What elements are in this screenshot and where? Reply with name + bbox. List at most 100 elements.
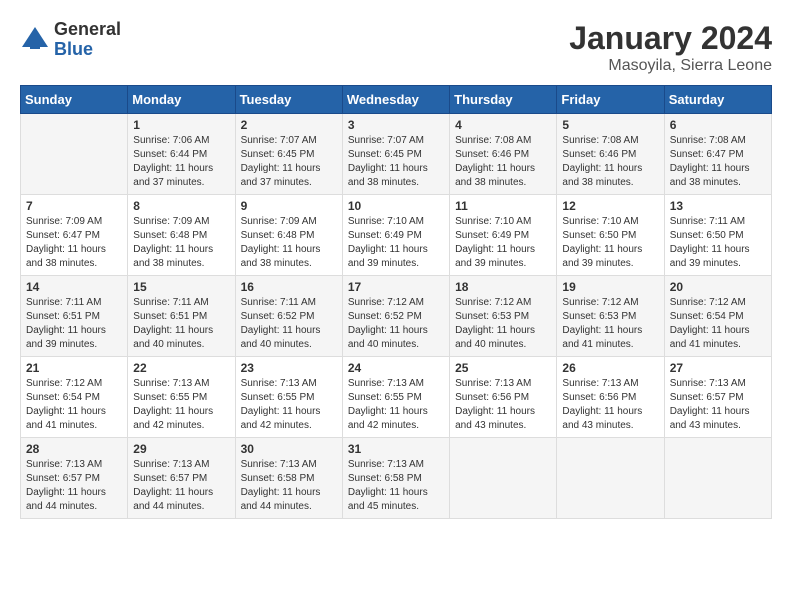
day-number: 19 bbox=[562, 280, 658, 294]
calendar-cell: 25 Sunrise: 7:13 AM Sunset: 6:56 PM Dayli… bbox=[450, 357, 557, 438]
calendar-cell: 20Sunrise: 7:12 AM Sunset: 6:54 PM Dayli… bbox=[664, 276, 771, 357]
day-info: Sunrise: 7:11 AM Sunset: 6:50 PM Dayligh… bbox=[670, 215, 766, 271]
day-info: Sunrise: 7:12 AM Sunset: 6:53 PM Dayligh… bbox=[562, 296, 658, 352]
day-info: Sunrise: 7:13 AM Sunset: 6:58 PM Dayligh… bbox=[348, 458, 444, 514]
calendar-table: SundayMondayTuesdayWednesdayThursdayFrid… bbox=[20, 85, 772, 519]
calendar-cell: 27 Sunrise: 7:13 AM Sunset: 6:57 PM Dayli… bbox=[664, 357, 771, 438]
calendar-cell: 9 Sunrise: 7:09 AM Sunset: 6:48 PM Daylig… bbox=[235, 195, 342, 276]
day-number: 25 bbox=[455, 361, 551, 375]
day-info: Sunrise: 7:10 AM Sunset: 6:50 PM Dayligh… bbox=[562, 215, 658, 271]
day-number: 18 bbox=[455, 280, 551, 294]
calendar-cell: 12 Sunrise: 7:10 AM Sunset: 6:50 PM Dayli… bbox=[557, 195, 664, 276]
calendar-cell: 7 Sunrise: 7:09 AM Sunset: 6:47 PM Daylig… bbox=[21, 195, 128, 276]
day-number: 8 bbox=[133, 199, 229, 213]
day-header-saturday: Saturday bbox=[664, 86, 771, 114]
day-number: 29 bbox=[133, 442, 229, 456]
day-info: Sunrise: 7:08 AM Sunset: 6:46 PM Dayligh… bbox=[562, 134, 658, 190]
days-row: SundayMondayTuesdayWednesdayThursdayFrid… bbox=[21, 86, 772, 114]
day-number: 11 bbox=[455, 199, 551, 213]
day-header-thursday: Thursday bbox=[450, 86, 557, 114]
calendar-cell: 23 Sunrise: 7:13 AM Sunset: 6:55 PM Dayli… bbox=[235, 357, 342, 438]
calendar-cell: 22 Sunrise: 7:13 AM Sunset: 6:55 PM Dayli… bbox=[128, 357, 235, 438]
day-number: 23 bbox=[241, 361, 337, 375]
day-info: Sunrise: 7:07 AM Sunset: 6:45 PM Dayligh… bbox=[241, 134, 337, 190]
calendar-cell: 31Sunrise: 7:13 AM Sunset: 6:58 PM Dayli… bbox=[342, 438, 449, 519]
logo-general: General bbox=[54, 20, 121, 40]
day-info: Sunrise: 7:11 AM Sunset: 6:51 PM Dayligh… bbox=[26, 296, 122, 352]
day-info: Sunrise: 7:09 AM Sunset: 6:48 PM Dayligh… bbox=[133, 215, 229, 271]
location-title: Masoyila, Sierra Leone bbox=[569, 57, 772, 75]
calendar-cell bbox=[21, 114, 128, 195]
title-block: January 2024 Masoyila, Sierra Leone bbox=[569, 20, 772, 75]
day-header-monday: Monday bbox=[128, 86, 235, 114]
day-info: Sunrise: 7:06 AM Sunset: 6:44 PM Dayligh… bbox=[133, 134, 229, 190]
day-info: Sunrise: 7:13 AM Sunset: 6:57 PM Dayligh… bbox=[26, 458, 122, 514]
day-info: Sunrise: 7:13 AM Sunset: 6:58 PM Dayligh… bbox=[241, 458, 337, 514]
week-row-4: 28Sunrise: 7:13 AM Sunset: 6:57 PM Dayli… bbox=[21, 438, 772, 519]
week-row-3: 21 Sunrise: 7:12 AM Sunset: 6:54 PM Dayli… bbox=[21, 357, 772, 438]
day-number: 22 bbox=[133, 361, 229, 375]
logo-icon bbox=[20, 25, 50, 55]
day-number: 3 bbox=[348, 118, 444, 132]
day-info: Sunrise: 7:13 AM Sunset: 6:55 PM Dayligh… bbox=[133, 377, 229, 433]
day-number: 1 bbox=[133, 118, 229, 132]
day-info: Sunrise: 7:07 AM Sunset: 6:45 PM Dayligh… bbox=[348, 134, 444, 190]
day-info: Sunrise: 7:13 AM Sunset: 6:57 PM Dayligh… bbox=[670, 377, 766, 433]
calendar-cell: 14 Sunrise: 7:11 AM Sunset: 6:51 PM Dayli… bbox=[21, 276, 128, 357]
day-number: 21 bbox=[26, 361, 122, 375]
day-header-sunday: Sunday bbox=[21, 86, 128, 114]
day-number: 7 bbox=[26, 199, 122, 213]
day-number: 14 bbox=[26, 280, 122, 294]
day-number: 13 bbox=[670, 199, 766, 213]
day-info: Sunrise: 7:12 AM Sunset: 6:53 PM Dayligh… bbox=[455, 296, 551, 352]
day-header-friday: Friday bbox=[557, 86, 664, 114]
day-info: Sunrise: 7:09 AM Sunset: 6:48 PM Dayligh… bbox=[241, 215, 337, 271]
calendar-cell: 24Sunrise: 7:13 AM Sunset: 6:55 PM Dayli… bbox=[342, 357, 449, 438]
calendar-cell: 15Sunrise: 7:11 AM Sunset: 6:51 PM Dayli… bbox=[128, 276, 235, 357]
day-number: 16 bbox=[241, 280, 337, 294]
calendar-cell: 13 Sunrise: 7:11 AM Sunset: 6:50 PM Dayli… bbox=[664, 195, 771, 276]
day-number: 6 bbox=[670, 118, 766, 132]
calendar-cell: 30 Sunrise: 7:13 AM Sunset: 6:58 PM Dayli… bbox=[235, 438, 342, 519]
day-number: 12 bbox=[562, 199, 658, 213]
day-number: 26 bbox=[562, 361, 658, 375]
calendar-cell: 26Sunrise: 7:13 AM Sunset: 6:56 PM Dayli… bbox=[557, 357, 664, 438]
month-title: January 2024 bbox=[569, 20, 772, 57]
day-info: Sunrise: 7:13 AM Sunset: 6:57 PM Dayligh… bbox=[133, 458, 229, 514]
day-info: Sunrise: 7:10 AM Sunset: 6:49 PM Dayligh… bbox=[455, 215, 551, 271]
calendar-cell: 4 Sunrise: 7:08 AM Sunset: 6:46 PM Daylig… bbox=[450, 114, 557, 195]
day-number: 10 bbox=[348, 199, 444, 213]
calendar-cell: 3 Sunrise: 7:07 AM Sunset: 6:45 PM Daylig… bbox=[342, 114, 449, 195]
calendar-cell: 19 Sunrise: 7:12 AM Sunset: 6:53 PM Dayli… bbox=[557, 276, 664, 357]
day-number: 17 bbox=[348, 280, 444, 294]
calendar-cell bbox=[450, 438, 557, 519]
calendar-cell: 28Sunrise: 7:13 AM Sunset: 6:57 PM Dayli… bbox=[21, 438, 128, 519]
calendar-cell bbox=[664, 438, 771, 519]
day-number: 5 bbox=[562, 118, 658, 132]
week-row-2: 14 Sunrise: 7:11 AM Sunset: 6:51 PM Dayli… bbox=[21, 276, 772, 357]
logo-blue: Blue bbox=[54, 40, 121, 60]
day-header-tuesday: Tuesday bbox=[235, 86, 342, 114]
day-number: 9 bbox=[241, 199, 337, 213]
day-number: 30 bbox=[241, 442, 337, 456]
day-info: Sunrise: 7:09 AM Sunset: 6:47 PM Dayligh… bbox=[26, 215, 122, 271]
day-info: Sunrise: 7:11 AM Sunset: 6:52 PM Dayligh… bbox=[241, 296, 337, 352]
calendar-cell: 10 Sunrise: 7:10 AM Sunset: 6:49 PM Dayli… bbox=[342, 195, 449, 276]
day-info: Sunrise: 7:13 AM Sunset: 6:55 PM Dayligh… bbox=[241, 377, 337, 433]
calendar-body: 1 Sunrise: 7:06 AM Sunset: 6:44 PM Daylig… bbox=[21, 114, 772, 519]
calendar-cell: 11 Sunrise: 7:10 AM Sunset: 6:49 PM Dayli… bbox=[450, 195, 557, 276]
day-info: Sunrise: 7:12 AM Sunset: 6:54 PM Dayligh… bbox=[26, 377, 122, 433]
day-info: Sunrise: 7:10 AM Sunset: 6:49 PM Dayligh… bbox=[348, 215, 444, 271]
day-number: 15 bbox=[133, 280, 229, 294]
day-info: Sunrise: 7:08 AM Sunset: 6:46 PM Dayligh… bbox=[455, 134, 551, 190]
day-info: Sunrise: 7:13 AM Sunset: 6:56 PM Dayligh… bbox=[455, 377, 551, 433]
calendar-cell: 1 Sunrise: 7:06 AM Sunset: 6:44 PM Daylig… bbox=[128, 114, 235, 195]
day-number: 27 bbox=[670, 361, 766, 375]
calendar-cell: 29 Sunrise: 7:13 AM Sunset: 6:57 PM Dayli… bbox=[128, 438, 235, 519]
day-number: 24 bbox=[348, 361, 444, 375]
calendar-cell: 5 Sunrise: 7:08 AM Sunset: 6:46 PM Daylig… bbox=[557, 114, 664, 195]
page-header: General Blue January 2024 Masoyila, Sier… bbox=[20, 20, 772, 75]
calendar-cell: 17Sunrise: 7:12 AM Sunset: 6:52 PM Dayli… bbox=[342, 276, 449, 357]
day-number: 4 bbox=[455, 118, 551, 132]
week-row-1: 7 Sunrise: 7:09 AM Sunset: 6:47 PM Daylig… bbox=[21, 195, 772, 276]
